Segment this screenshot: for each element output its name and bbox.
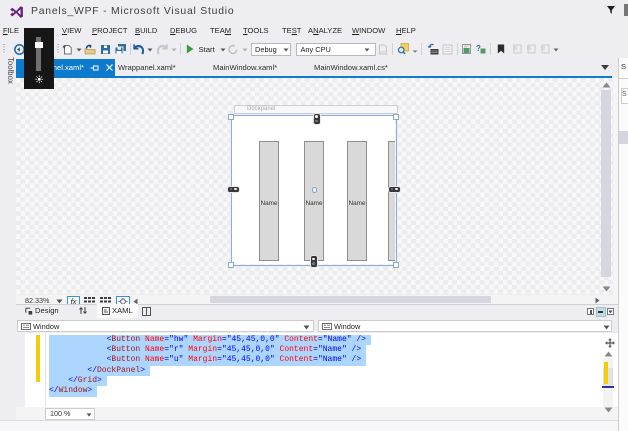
- svg-text:?: ?: [476, 44, 481, 53]
